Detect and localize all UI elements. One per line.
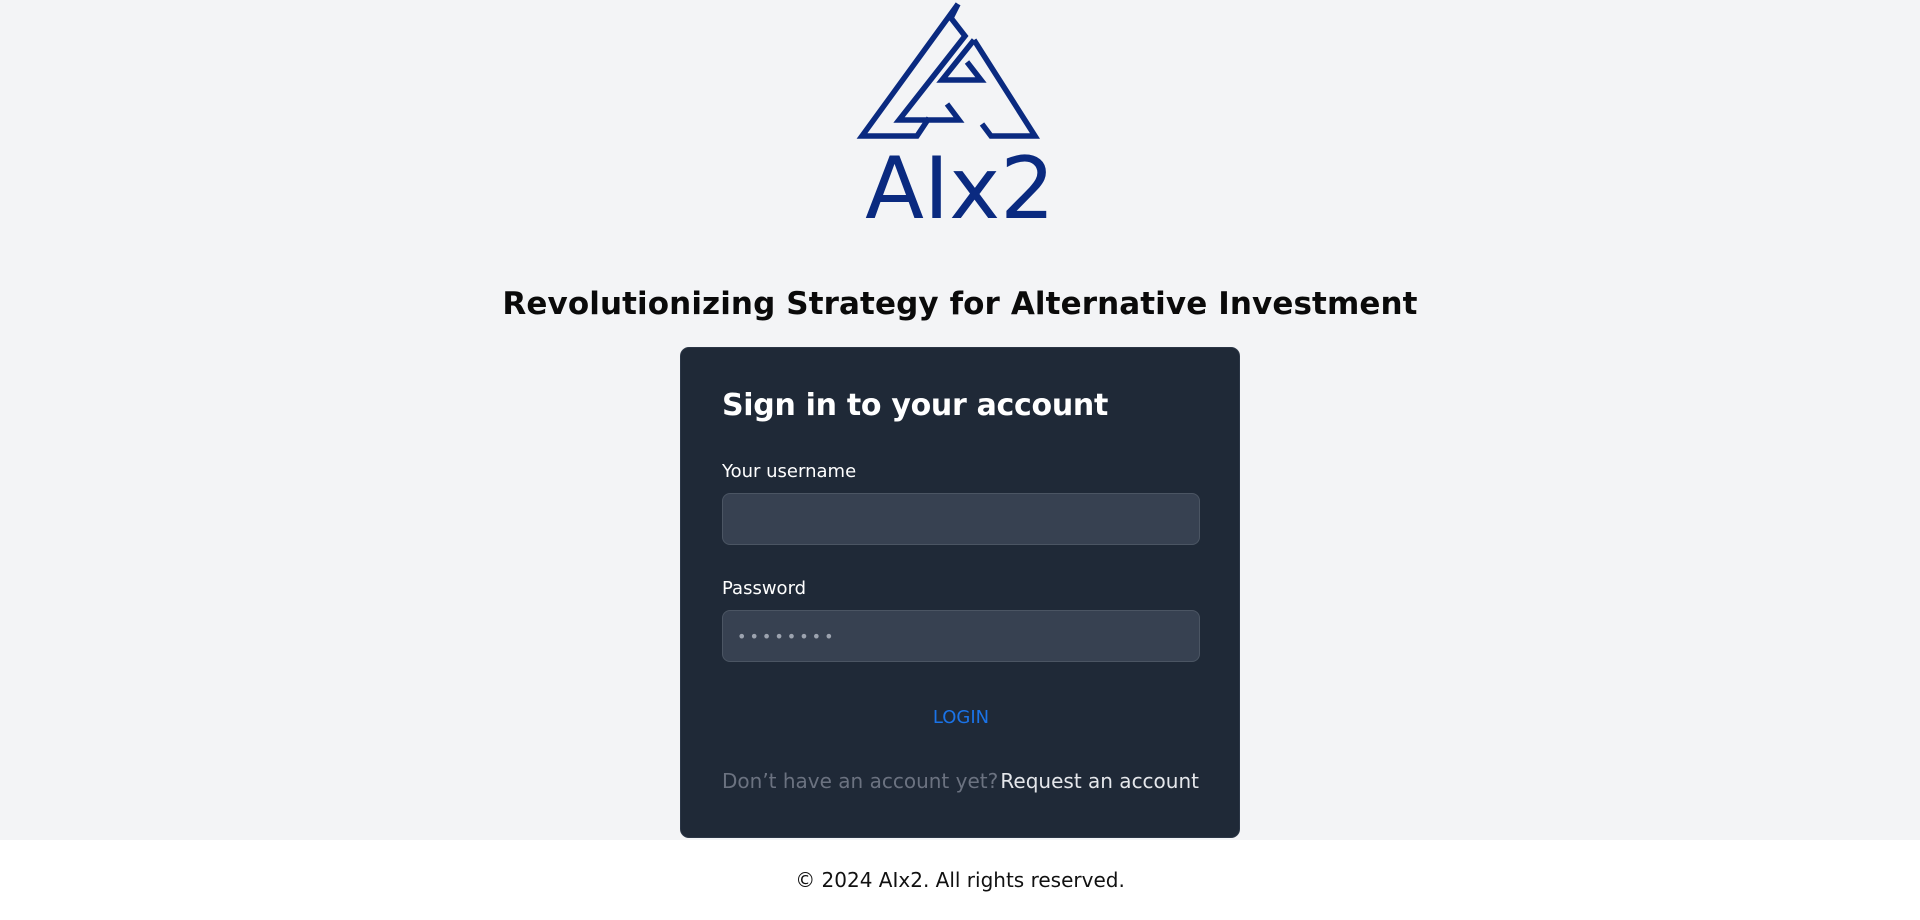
footer-copyright: © 2024 AIx2. All rights reserved. [795, 868, 1125, 892]
request-account-link[interactable]: Request an account [1000, 769, 1199, 793]
page-tagline: Revolutionizing Strategy for Alternative… [502, 286, 1418, 322]
footer: © 2024 AIx2. All rights reserved. [0, 840, 1920, 920]
login-card-title: Sign in to your account [722, 388, 1108, 423]
username-label: Your username [722, 461, 857, 482]
password-input[interactable] [722, 610, 1200, 662]
login-button[interactable]: LOGIN [911, 700, 1011, 734]
brand-name: AIx2 [865, 139, 1055, 225]
login-page: AIx2 Revolutionizing Strategy for Altern… [0, 0, 1920, 920]
password-label: Password [722, 578, 807, 599]
no-account-text: Don’t have an account yet? [722, 769, 999, 793]
aix2-triangle-logo-icon: AIx2 [855, 0, 1065, 225]
username-input[interactable] [722, 493, 1200, 545]
login-card: Sign in to your account Your username Pa… [680, 347, 1240, 838]
